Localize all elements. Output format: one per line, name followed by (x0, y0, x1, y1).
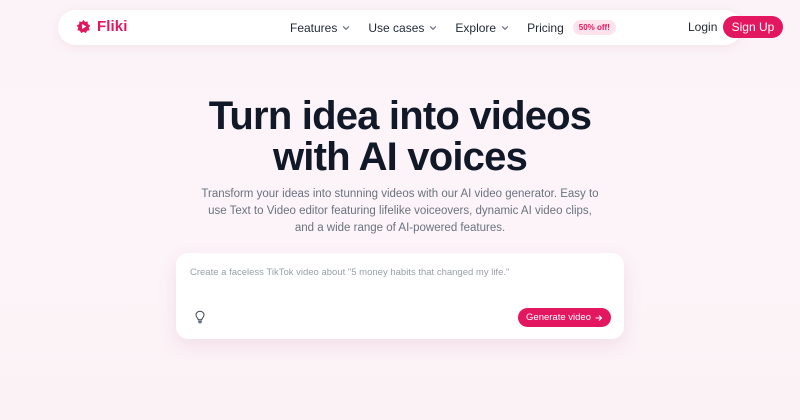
discount-badge: 50% off! (572, 20, 616, 35)
hero-subtitle: Transform your ideas into stunning video… (201, 188, 599, 234)
top-navbar: Fliki Features Use cases Explore Pricing… (58, 10, 783, 45)
nav-item-label: Features (290, 20, 338, 35)
hero-title-line-1: Turn idea into videos (208, 94, 592, 138)
prompt-card: Generate video (176, 253, 624, 339)
nav-item-label: Explore (455, 20, 497, 35)
generate-video-button[interactable]: Generate video (518, 308, 611, 327)
hero-title: Turn idea into videos with AI voices (0, 96, 800, 178)
chevron-down-icon (501, 25, 509, 30)
generate-video-label: Generate video (526, 312, 591, 323)
brand-logo[interactable]: Fliki (76, 18, 128, 35)
nav-item-features[interactable]: Features (290, 21, 350, 35)
prompt-input[interactable] (190, 262, 610, 282)
brand-name: Fliki (97, 18, 128, 35)
nav-item-label: Pricing (527, 20, 564, 35)
hero-title-line-2: with AI voices (272, 135, 528, 179)
chevron-down-icon (343, 25, 350, 30)
chevron-down-icon (430, 25, 437, 30)
nav-item-label: Use cases (368, 20, 425, 35)
nav-item-explore[interactable]: Explore (455, 21, 509, 35)
lightbulb-icon[interactable] (194, 310, 206, 324)
login-link[interactable]: Login (688, 20, 717, 34)
nav-item-pricing[interactable]: Pricing 50% off! (527, 20, 616, 35)
main-menu: Features Use cases Explore Pricing 50% o… (290, 20, 616, 35)
nav-item-use-cases[interactable]: Use cases (368, 21, 437, 35)
arrow-right-icon (595, 314, 603, 321)
signup-button[interactable]: Sign Up (723, 16, 783, 38)
fliki-logo-icon (76, 19, 91, 34)
